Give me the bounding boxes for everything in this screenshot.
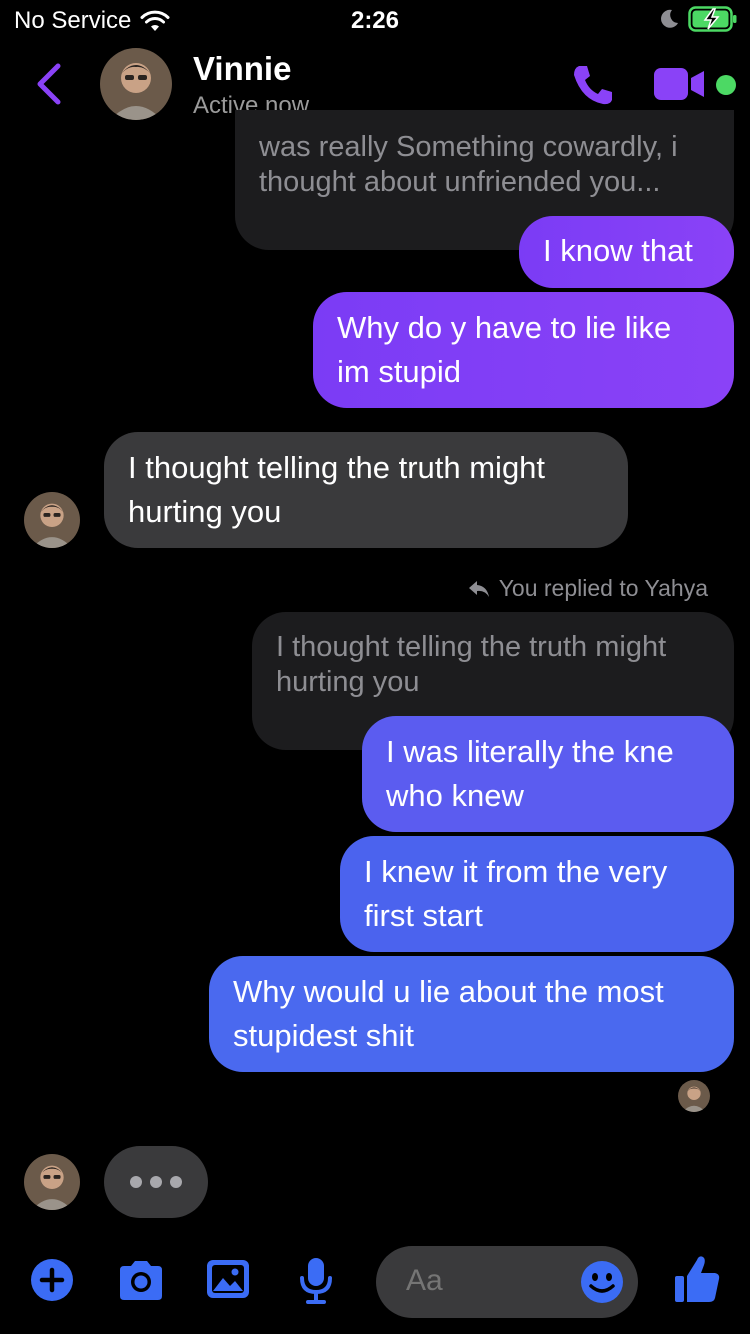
message-text: I know that (543, 233, 693, 268)
message-text: Why do y have to lie like im stupid (337, 310, 672, 389)
thumbs-up-icon (675, 1256, 720, 1302)
reply-indicator-text: You replied to Yahya (498, 575, 708, 601)
message-received[interactable]: I thought telling the truth might hurtin… (104, 432, 628, 548)
status-bar: No Service 2:26 (0, 0, 750, 42)
profile-photo-icon (100, 48, 172, 120)
avatar[interactable] (100, 48, 172, 120)
like-button[interactable] (673, 1254, 721, 1309)
message-sent[interactable]: Why would u lie about the most stupidest… (209, 956, 734, 1072)
read-receipt-avatar (678, 1080, 710, 1112)
quoted-message-text: I thought telling the truth might hurtin… (276, 631, 667, 698)
message-input[interactable] (406, 1264, 566, 1298)
reply-arrow-icon (468, 580, 489, 597)
profile-photo-icon (24, 492, 80, 548)
voice-button[interactable] (298, 1256, 334, 1311)
battery-charging-icon (688, 6, 737, 32)
camera-icon (120, 1261, 162, 1300)
profile-photo-icon (678, 1080, 710, 1112)
message-text: Why would u lie about the most stupidest… (233, 974, 664, 1053)
message-text: I was literally the kne who knew (386, 734, 674, 813)
message-sent[interactable]: I was literally the kne who knew (362, 716, 734, 832)
chevron-left-icon (37, 63, 61, 105)
status-time: 2:26 (350, 7, 400, 34)
plus-circle-icon (31, 1259, 73, 1301)
typing-dot (130, 1176, 142, 1188)
add-button[interactable] (30, 1258, 74, 1307)
image-icon (207, 1260, 249, 1298)
message-text: I thought telling the truth might hurtin… (128, 450, 546, 529)
online-indicator (716, 75, 736, 95)
message-sent[interactable]: Why do y have to lie like im stupid (313, 292, 734, 408)
status-right (658, 6, 738, 32)
composer-bar (0, 1240, 750, 1334)
microphone-icon (300, 1258, 332, 1304)
profile-photo-icon (24, 1154, 80, 1210)
back-button[interactable] (34, 62, 64, 111)
typing-indicator (104, 1146, 208, 1218)
video-call-button[interactable] (652, 66, 708, 107)
avatar[interactable] (24, 492, 80, 548)
typing-dot (150, 1176, 162, 1188)
phone-icon (574, 66, 612, 105)
gallery-button[interactable] (205, 1258, 251, 1305)
moon-icon (661, 9, 678, 28)
call-button[interactable] (570, 62, 616, 113)
avatar[interactable] (24, 1154, 80, 1210)
camera-button[interactable] (116, 1258, 166, 1307)
contact-name: Vinnie (193, 50, 292, 87)
video-camera-icon (654, 68, 704, 100)
reply-indicator: You replied to Yahya (467, 575, 708, 602)
emoji-button[interactable] (580, 1260, 624, 1309)
quoted-message-text: was really Something cowardly, i thought… (259, 131, 678, 198)
message-text: I knew it from the very first start (364, 854, 668, 933)
message-sent[interactable]: I know that (519, 216, 734, 288)
message-sent[interactable]: I knew it from the very first start (340, 836, 734, 952)
smiley-icon (581, 1261, 623, 1303)
typing-dot (170, 1176, 182, 1188)
message-composer[interactable] (376, 1246, 638, 1318)
